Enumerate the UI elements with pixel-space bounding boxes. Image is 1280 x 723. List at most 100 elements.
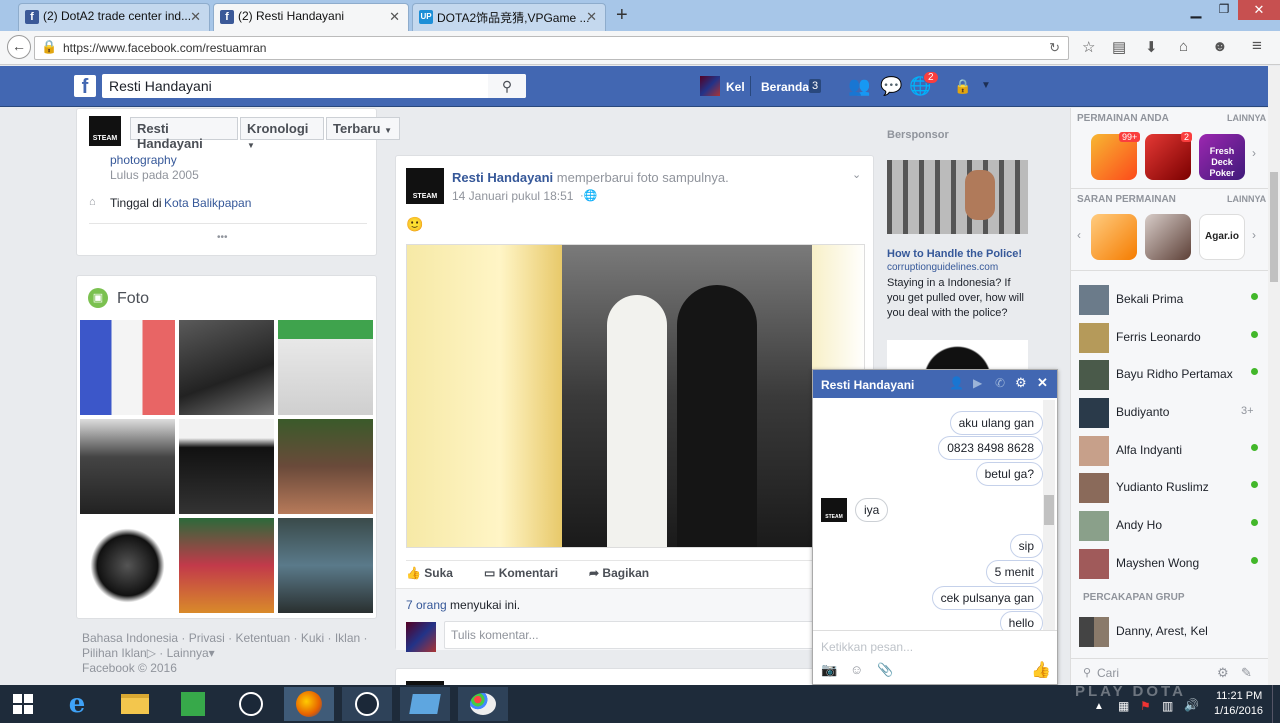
tray-alert-icon[interactable]: ⚑: [1140, 699, 1151, 713]
photo-thumb[interactable]: [179, 320, 274, 415]
photo-thumb[interactable]: [80, 518, 175, 613]
back-arrow-icon[interactable]: ←: [7, 35, 31, 59]
tray-chevron-icon[interactable]: ▲: [1094, 701, 1104, 712]
footer-language-link[interactable]: Bahasa Indonesia: [82, 631, 178, 645]
clock-date[interactable]: 1/16/2016: [1214, 705, 1263, 717]
new-tab-icon[interactable]: +: [616, 4, 628, 27]
attachment-icon[interactable]: 📎: [877, 662, 893, 678]
download-icon[interactable]: ⬇: [1145, 38, 1158, 56]
comment-input[interactable]: Tulis komentar...: [444, 621, 864, 649]
close-tab-icon[interactable]: ✕: [389, 9, 400, 25]
photo-thumb[interactable]: [278, 320, 373, 415]
photo-thumb[interactable]: [278, 419, 373, 514]
sidebar-search-input[interactable]: Cari: [1097, 666, 1119, 680]
paint-icon[interactable]: [458, 687, 508, 721]
chevron-right-icon[interactable]: ›: [1252, 228, 1256, 242]
bookmark-star-icon[interactable]: ☆: [1082, 38, 1095, 56]
footer-more-link[interactable]: Lainnya: [167, 646, 209, 660]
browser-tab-1[interactable]: f (2) DotA2 trade center ind... ✕: [18, 3, 210, 31]
chat-scrollbar[interactable]: [1043, 400, 1055, 630]
internet-explorer-icon[interactable]: e: [52, 687, 102, 721]
post-options-chevron-icon[interactable]: ⌄: [852, 168, 861, 181]
search-input[interactable]: Resti Handayani: [102, 74, 526, 98]
comment-button[interactable]: ▭ Komentari: [484, 566, 558, 580]
home-icon[interactable]: ⌂: [1179, 38, 1188, 55]
timeline-dropdown[interactable]: Kronologi ▼: [240, 117, 324, 150]
footer-adchoices-link[interactable]: Pilihan Iklan: [82, 646, 147, 660]
contact-item[interactable]: Bayu Ridho Pertamax: [1079, 358, 1259, 390]
footer-cookies-link[interactable]: Kuki: [301, 631, 324, 645]
suggested-more-link[interactable]: LAINNYA: [1227, 194, 1266, 204]
photo-thumb[interactable]: [179, 518, 274, 613]
page-scrollbar[interactable]: [1268, 66, 1280, 685]
profile-link[interactable]: Kel: [726, 80, 745, 94]
contact-item[interactable]: Ferris Leonardo: [1079, 321, 1259, 353]
games-more-link[interactable]: LAINNYA: [1227, 113, 1266, 123]
window-app-icon[interactable]: [400, 687, 450, 721]
close-tab-icon[interactable]: ✕: [190, 9, 201, 25]
browser-tab-3[interactable]: UP DOTA2饰品竞猜,VPGame ... ✕: [412, 3, 606, 31]
post-author-link[interactable]: Resti Handayani: [452, 170, 553, 185]
gear-icon[interactable]: ⚙: [1015, 375, 1027, 391]
clock-time[interactable]: 11:21 PM: [1216, 690, 1262, 702]
chat-header[interactable]: Resti Handayani 👤 ▶ ✆ ⚙ ✕: [813, 370, 1057, 398]
ad-image[interactable]: [887, 160, 1028, 234]
contact-item[interactable]: Bekali Prima: [1079, 283, 1259, 315]
chevron-right-icon[interactable]: ›: [1252, 146, 1256, 160]
profile-name-button[interactable]: Resti Handayani: [130, 117, 238, 151]
chat-icon[interactable]: ☻: [1212, 38, 1228, 55]
share-button[interactable]: ➦ Bagikan: [589, 566, 649, 580]
firefox-icon[interactable]: [284, 687, 334, 721]
footer-ads-link[interactable]: Iklan: [335, 631, 360, 645]
network-icon[interactable]: ▥: [1162, 699, 1173, 713]
privacy-shortcuts-icon[interactable]: 🔒: [954, 78, 971, 95]
game-tile-agario[interactable]: Agar.io: [1199, 214, 1245, 260]
restore-icon[interactable]: ❐: [1210, 2, 1238, 22]
browser-tab-2-active[interactable]: f (2) Resti Handayani ✕: [213, 3, 409, 31]
photo-thumb[interactable]: [80, 320, 175, 415]
contact-item[interactable]: Budiyanto 3+: [1079, 396, 1259, 428]
game-tile[interactable]: [1091, 214, 1137, 260]
likes-count-link[interactable]: 7 orang: [406, 598, 447, 612]
photo-thumb[interactable]: [80, 419, 175, 514]
menu-icon[interactable]: ≡: [1252, 36, 1262, 56]
contact-item[interactable]: Andy Ho: [1079, 509, 1259, 541]
avatar[interactable]: [700, 76, 720, 96]
cover-photo[interactable]: [406, 244, 865, 548]
phone-icon[interactable]: ✆: [995, 376, 1005, 390]
contact-item[interactable]: Alfa Indyanti: [1079, 434, 1259, 466]
recent-dropdown[interactable]: Terbaru ▼: [326, 117, 400, 140]
friend-requests-icon[interactable]: 👥: [848, 76, 870, 97]
photo-thumb[interactable]: [278, 518, 373, 613]
close-window-icon[interactable]: ✕: [1238, 0, 1280, 20]
footer-privacy-link[interactable]: Privasi: [189, 631, 225, 645]
like-button[interactable]: 👍 Suka: [406, 566, 453, 580]
compose-icon[interactable]: ✎: [1241, 665, 1252, 681]
store-icon[interactable]: [168, 687, 218, 721]
minimize-icon[interactable]: ▁: [1182, 2, 1210, 22]
chat-title[interactable]: Resti Handayani: [821, 378, 914, 392]
ad-title-link[interactable]: How to Handle the Police!: [887, 248, 1022, 260]
close-tab-icon[interactable]: ✕: [586, 9, 597, 25]
home-link[interactable]: Beranda: [761, 80, 809, 94]
post-timestamp[interactable]: 14 Januari pukul 18:51: [452, 189, 573, 203]
reading-list-icon[interactable]: ▤: [1112, 38, 1126, 56]
photo-thumb[interactable]: [179, 419, 274, 514]
steam-icon[interactable]: [226, 687, 276, 721]
file-explorer-icon[interactable]: [110, 687, 160, 721]
study-link[interactable]: photography: [110, 153, 177, 167]
facebook-logo-icon[interactable]: f: [74, 75, 96, 98]
start-windows-icon[interactable]: [0, 687, 46, 721]
add-friend-icon[interactable]: 👤: [949, 376, 964, 390]
volume-icon[interactable]: 🔊: [1184, 698, 1199, 712]
url-bar[interactable]: 🔒 https://www.facebook.com/restuamran ↻: [34, 36, 1069, 60]
chevron-left-icon[interactable]: ‹: [1077, 228, 1081, 242]
footer-terms-link[interactable]: Ketentuan: [235, 631, 290, 645]
thumbs-up-icon[interactable]: 👍: [1031, 660, 1051, 680]
video-call-icon[interactable]: ▶: [973, 376, 982, 390]
more-dots-button[interactable]: •••: [217, 232, 228, 243]
chat-input[interactable]: Ketikkan pesan...: [821, 640, 1021, 658]
emoji-icon[interactable]: ☺: [850, 662, 863, 677]
search-button[interactable]: ⚲: [488, 74, 526, 98]
contact-item[interactable]: Mayshen Wong: [1079, 547, 1259, 579]
